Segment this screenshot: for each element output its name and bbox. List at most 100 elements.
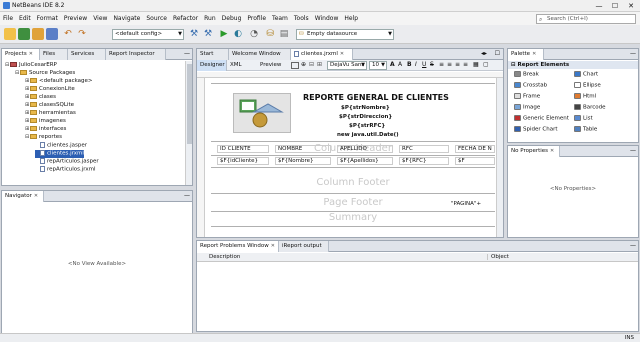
param-nombre[interactable]: $P{strNombre} [341, 105, 390, 111]
field-fecha[interactable]: $F [455, 157, 495, 165]
clean-build-icon[interactable]: ⚒ [202, 28, 214, 40]
document-icon[interactable] [291, 62, 299, 69]
param-rfc[interactable]: $P{strRFC} [349, 123, 385, 129]
tree-item[interactable]: ⊟ JulioCesarERP [5, 62, 57, 69]
tree-item[interactable]: repArticulos.jasper [35, 158, 99, 166]
tab-report-problems[interactable]: Report Problems Window ✕ [197, 241, 279, 252]
align-right-text-icon[interactable]: ≡ [455, 61, 460, 68]
field-id-cliente[interactable]: $F{idCliente} [217, 157, 269, 165]
panel-minimize-icon[interactable]: — [630, 50, 636, 57]
report-wizard-icon[interactable]: ▤ [278, 28, 290, 40]
panel-minimize-icon[interactable]: — [630, 242, 636, 249]
tree-item[interactable]: ⊟ reportes [25, 134, 62, 141]
run-icon[interactable]: ▶ [218, 28, 230, 40]
date-expression[interactable]: new java.util.Date() [337, 132, 399, 138]
italic-icon[interactable]: I [415, 61, 417, 68]
font-size-select[interactable]: 10 ▼ [369, 61, 387, 70]
palette-item[interactable]: Ellipse [574, 82, 601, 90]
tab-properties[interactable]: No Properties ✕ [508, 146, 560, 157]
underline-icon[interactable]: U [422, 61, 426, 68]
palette-item[interactable]: Frame [514, 93, 540, 101]
new-file-icon[interactable] [4, 28, 16, 40]
report-logo-image[interactable] [233, 93, 291, 133]
align-right-icon[interactable]: ⊞ [317, 61, 322, 68]
palette-item[interactable]: List [574, 115, 593, 123]
menu-source[interactable]: Source [143, 12, 170, 25]
minimize-button[interactable]: — [592, 1, 606, 11]
close-window-button[interactable]: ✕ [624, 1, 638, 11]
close-icon[interactable]: ✕ [550, 148, 554, 154]
palette-item[interactable]: Image [514, 104, 540, 112]
menu-help[interactable]: Help [341, 12, 361, 25]
font-family-select[interactable]: DejaVu Sans ▼ [327, 61, 367, 70]
undo-icon[interactable]: ↶ [62, 28, 74, 40]
tab-preview[interactable]: Preview [257, 60, 285, 71]
header-nombre[interactable]: NOMBRE [275, 145, 331, 153]
palette-item[interactable]: Barcode [574, 104, 606, 112]
new-project-icon[interactable] [18, 28, 30, 40]
palette-item[interactable]: Spider Chart [514, 126, 558, 134]
menu-profile[interactable]: Profile [244, 12, 269, 25]
strike-icon[interactable]: S [430, 61, 434, 68]
menu-format[interactable]: Format [34, 12, 61, 25]
tab-ireport-output[interactable]: iReport output [279, 241, 329, 252]
menu-refactor[interactable]: Refactor [170, 12, 201, 25]
palette-item[interactable]: Break [514, 71, 539, 79]
scrollbar-thumb[interactable] [187, 64, 192, 144]
header-fecha[interactable]: FECHA DE N [455, 145, 495, 153]
menu-team[interactable]: Team [269, 12, 291, 25]
zoom-icon[interactable]: ⊕ [301, 61, 306, 68]
menu-navigate[interactable]: Navigate [110, 12, 143, 25]
config-select[interactable]: <default config> ▼ [112, 29, 184, 40]
bold-style-icon[interactable]: B [407, 61, 412, 68]
tree-item[interactable]: clientes.jasper [35, 142, 87, 150]
tree-item[interactable]: ⊞ herramientas [25, 110, 76, 117]
tab-xml[interactable]: XML [227, 60, 249, 71]
tab-designer[interactable]: Designer [197, 60, 227, 71]
header-id-cliente[interactable]: ID CLIENTE [217, 145, 269, 153]
tree-item[interactable]: ⊞ <default package> [25, 78, 93, 85]
tab-palette[interactable]: Palette ✕ [508, 49, 544, 60]
header-rfc[interactable]: RFC [399, 145, 449, 153]
tab-files[interactable]: Files [40, 49, 68, 60]
debug-icon[interactable]: ◐ [232, 28, 244, 40]
report-title[interactable]: REPORTE GENERAL DE CLIENTES [303, 93, 449, 102]
open-project-icon[interactable] [32, 28, 44, 40]
save-all-icon[interactable] [46, 28, 58, 40]
align-left-text-icon[interactable]: ≡ [439, 61, 444, 68]
tree-item[interactable]: ⊞ ConexionLite [25, 86, 75, 93]
menu-tools[interactable]: Tools [291, 12, 312, 25]
palette-item[interactable]: Generic Element [514, 115, 569, 123]
tab-report-inspector[interactable]: Report Inspector [106, 49, 166, 60]
bold-icon[interactable]: A [390, 61, 395, 68]
menu-edit[interactable]: Edit [16, 12, 34, 25]
datasource-icon[interactable]: ⛁ [264, 28, 276, 40]
editor-vertical-scrollbar[interactable] [496, 78, 503, 237]
tree-item[interactable]: clientes.jrxml [35, 150, 84, 158]
tab-list-icon[interactable]: ◂▸ [481, 50, 487, 57]
close-icon[interactable]: ✕ [340, 51, 344, 57]
palette-section-header[interactable]: ⊟ Report Elements [508, 61, 638, 69]
menu-run[interactable]: Run [201, 12, 219, 25]
menu-view[interactable]: View [90, 12, 110, 25]
tree-item[interactable]: repArticulos.jrxml [35, 166, 96, 174]
tree-item[interactable]: ⊞ clasesSQLite [25, 102, 74, 109]
search-input[interactable]: ⌕ Search (Ctrl+I) [536, 14, 636, 24]
tab-start-page[interactable]: Start Page [197, 49, 229, 68]
fill-icon[interactable]: ▦ [473, 61, 479, 68]
hammer-icon[interactable]: ⚒ [188, 28, 200, 40]
maximize-button[interactable]: ☐ [608, 1, 622, 11]
palette-item[interactable]: Table [574, 126, 597, 134]
panel-minimize-icon[interactable]: — [184, 50, 190, 57]
panel-minimize-icon[interactable]: — [630, 147, 636, 154]
border-icon[interactable]: ▢ [483, 61, 489, 68]
profile-icon[interactable]: ◔ [248, 28, 260, 40]
param-direccion[interactable]: $P{strDireccion} [339, 114, 392, 120]
page-expression[interactable]: "PAGINA"+ [451, 201, 481, 207]
menu-window[interactable]: Window [312, 12, 342, 25]
field-nombre[interactable]: $F{Nombre} [275, 157, 331, 165]
close-icon[interactable]: ✕ [34, 193, 38, 199]
palette-item[interactable]: Crosstab [514, 82, 547, 90]
column-object[interactable]: Object [487, 254, 509, 260]
menu-debug[interactable]: Debug [219, 12, 245, 25]
